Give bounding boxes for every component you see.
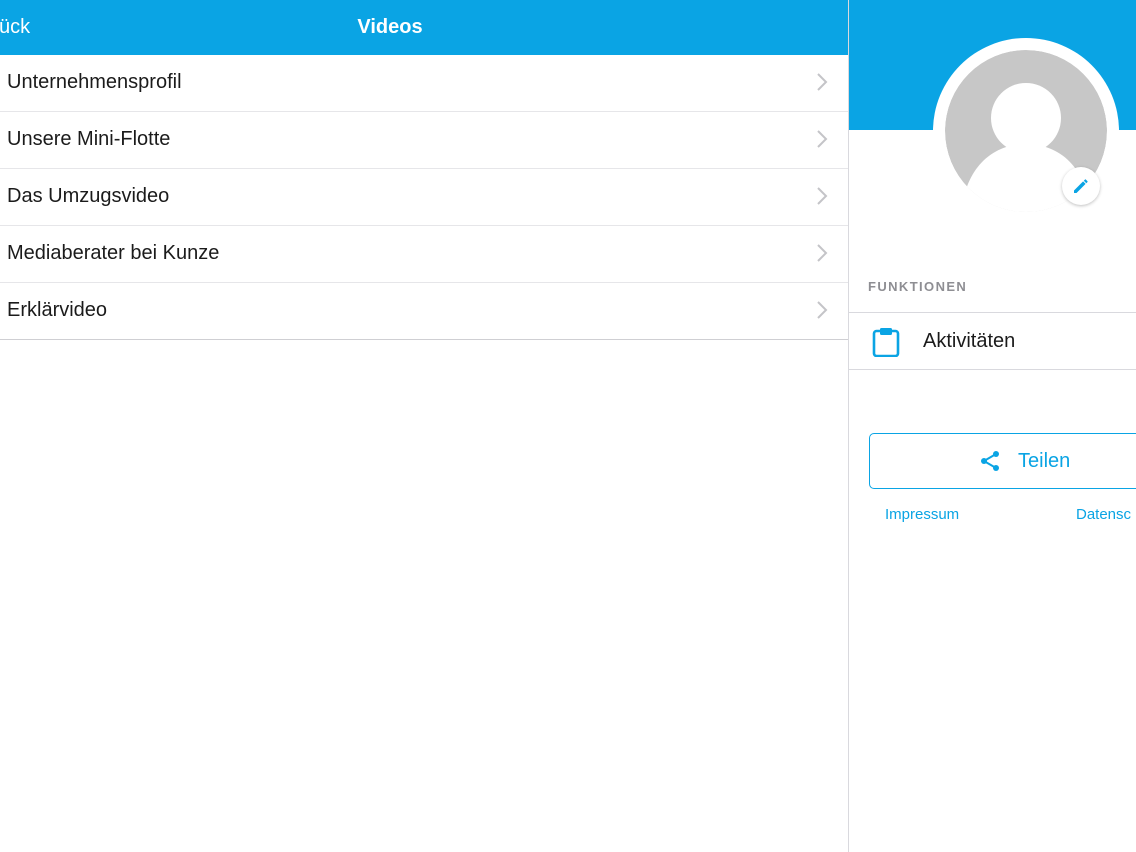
list-item[interactable]: Erklärvideo xyxy=(0,283,848,339)
list-item-label: Das Umzugsvideo xyxy=(7,185,170,207)
list-item[interactable]: Mediaberater bei Kunze xyxy=(0,226,848,283)
pencil-icon xyxy=(1074,179,1088,193)
chevron-right-icon xyxy=(817,73,828,91)
back-button[interactable]: ück xyxy=(0,0,30,55)
profile-pane: FUNKTIONEN Aktivitäten Teilen Impressum … xyxy=(849,0,1136,852)
function-item-aktivitaeten[interactable]: Aktivitäten xyxy=(849,312,1136,370)
list-item[interactable]: Unsere Mini-Flotte xyxy=(0,112,848,169)
navigation-bar: Videos ück xyxy=(0,0,848,55)
chevron-right-icon xyxy=(817,301,828,319)
list-item-label: Mediaberater bei Kunze xyxy=(7,242,220,264)
function-item-label: Aktivitäten xyxy=(923,330,1016,352)
clipboard-icon xyxy=(872,328,900,357)
edit-avatar-button[interactable] xyxy=(1062,167,1100,205)
datenschutz-link[interactable]: Datensc xyxy=(1076,506,1131,523)
share-icon xyxy=(981,451,999,471)
app-window: Videos ück Unternehmensprofil Unsere Min… xyxy=(0,0,1136,852)
page-title: Videos xyxy=(357,16,423,38)
chevron-right-icon xyxy=(817,187,828,205)
impressum-link[interactable]: Impressum xyxy=(885,506,959,523)
share-button-label: Teilen xyxy=(1018,450,1071,472)
section-label-funktionen: FUNKTIONEN xyxy=(868,279,968,294)
videos-pane: Videos ück Unternehmensprofil Unsere Min… xyxy=(0,0,848,852)
list-item[interactable]: Das Umzugsvideo xyxy=(0,169,848,226)
list-item-label: Erklärvideo xyxy=(7,299,108,321)
list-item-label: Unternehmensprofil xyxy=(7,71,182,93)
list-item[interactable]: Unternehmensprofil xyxy=(0,55,848,112)
video-list: Unternehmensprofil Unsere Mini-Flotte Da… xyxy=(0,55,848,340)
list-item-label: Unsere Mini-Flotte xyxy=(7,128,171,150)
share-button[interactable]: Teilen xyxy=(869,433,1136,489)
chevron-right-icon xyxy=(817,130,828,148)
chevron-right-icon xyxy=(817,244,828,262)
